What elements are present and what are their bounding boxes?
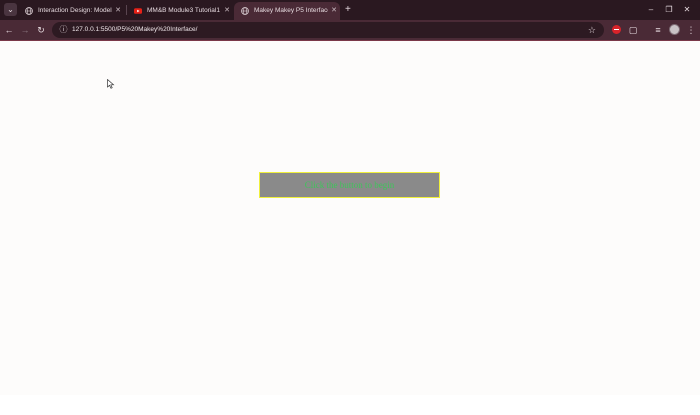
extensions-puzzle-icon[interactable]: ▢ bbox=[627, 23, 639, 37]
tab-title: Makey Makey P5 Interface bbox=[254, 7, 328, 14]
page-content bbox=[0, 20, 700, 395]
tab-close-icon[interactable]: ✕ bbox=[112, 2, 124, 20]
begin-button[interactable]: Click the button to begin bbox=[259, 172, 440, 198]
media-controls-icon[interactable]: ≡ bbox=[652, 23, 664, 37]
profile-avatar[interactable] bbox=[669, 24, 680, 35]
tab-makey-makey[interactable]: Makey Makey P5 Interface ✕ bbox=[234, 2, 340, 20]
browser-menu-icon[interactable]: ⋮ bbox=[685, 23, 697, 37]
forward-arrow-icon[interactable]: → bbox=[19, 23, 31, 37]
tab-search-icon[interactable]: ⌄ bbox=[4, 3, 17, 16]
globe-icon bbox=[241, 7, 249, 15]
address-url[interactable]: 127.0.0.1:5500/P5%20Makey%20Interface/ bbox=[72, 22, 197, 38]
back-arrow-icon[interactable]: ← bbox=[3, 23, 15, 37]
close-window-icon[interactable]: ✕ bbox=[681, 3, 693, 16]
toolbar-divider bbox=[0, 40, 700, 41]
globe-icon bbox=[25, 7, 33, 15]
mouse-cursor-icon bbox=[107, 79, 115, 89]
site-info-icon[interactable]: ⓘ bbox=[58, 24, 69, 36]
tab-title: Interaction Design: Modelling bbox=[38, 7, 112, 14]
minimize-icon[interactable]: – bbox=[645, 3, 657, 16]
address-bar[interactable]: ⓘ 127.0.0.1:5500/P5%20Makey%20Interface/… bbox=[52, 22, 604, 38]
youtube-icon bbox=[134, 8, 142, 14]
tab-close-icon[interactable]: ✕ bbox=[221, 2, 233, 20]
restore-icon[interactable]: ❐ bbox=[663, 3, 675, 16]
new-tab-button[interactable]: + bbox=[345, 3, 351, 16]
tab-close-icon[interactable]: ✕ bbox=[328, 2, 340, 20]
extension-block-icon[interactable] bbox=[612, 25, 621, 34]
browser-toolbar: ← → ↻ ⓘ 127.0.0.1:5500/P5%20Makey%20Inte… bbox=[0, 20, 700, 40]
bookmark-star-icon[interactable]: ☆ bbox=[588, 23, 596, 37]
reload-icon[interactable]: ↻ bbox=[35, 23, 47, 37]
tab-interaction-design[interactable]: Interaction Design: Modelling ✕ bbox=[18, 2, 124, 20]
tab-mmb-tutorial[interactable]: MM&B Module3 Tutorial1 - Yo ✕ bbox=[127, 2, 233, 20]
tab-strip: ⌄ Interaction Design: Modelling ✕ MM&B M… bbox=[0, 0, 700, 20]
tab-title: MM&B Module3 Tutorial1 - Yo bbox=[147, 7, 221, 14]
